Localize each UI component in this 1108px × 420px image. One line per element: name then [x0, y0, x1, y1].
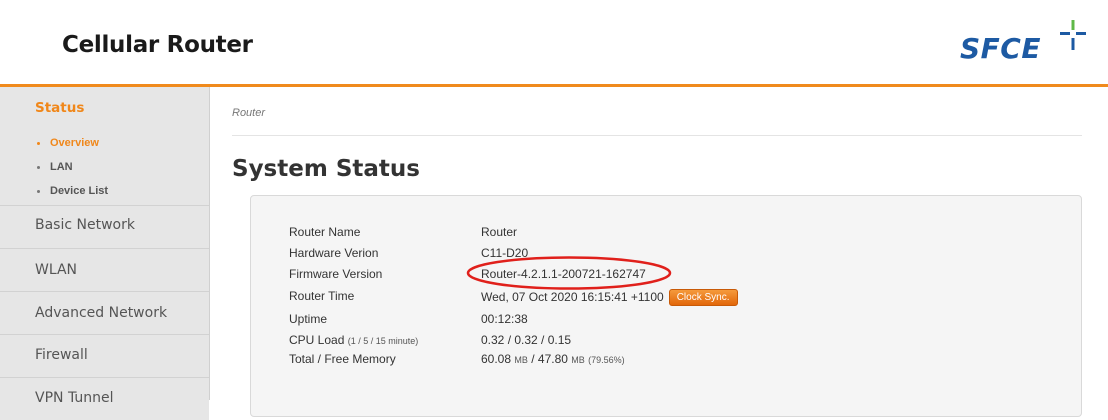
sidebar-section-basic-network[interactable]: Basic Network — [0, 206, 209, 249]
app-title: Cellular Router — [62, 32, 253, 58]
sidebar-section-wlan[interactable]: WLAN — [0, 249, 209, 292]
memory-label: Total / Free Memory — [289, 352, 396, 366]
page-title: System Status — [232, 156, 420, 182]
memory-free-unit: MB — [571, 355, 585, 365]
memory-total: 60.08 — [481, 352, 512, 366]
brand-logo: SFCE — [960, 20, 1090, 76]
sidebar: Status Overview LAN Device List Basic Ne… — [0, 87, 209, 420]
router-name-label: Router Name — [289, 225, 361, 239]
sidebar-subitem-overview[interactable]: Overview — [37, 137, 99, 149]
memory-value: 60.08 MB / 47.80 MB (79.56%) — [481, 352, 625, 366]
logo-spark-icon — [1060, 20, 1086, 50]
system-status-panel: Router Name Router Hardware Verion C11-D… — [250, 195, 1082, 417]
firmware-version-label: Firmware Version — [289, 267, 383, 281]
memory-free: 47.80 — [537, 352, 568, 366]
uptime-value: 00:12:38 — [481, 312, 528, 326]
bullet-icon — [37, 189, 40, 193]
memory-total-unit: MB — [514, 355, 528, 365]
bullet-icon — [37, 141, 40, 145]
sidebar-divider — [209, 87, 210, 400]
router-name-value: Router — [481, 225, 518, 239]
sidebar-item-basic-network[interactable]: Basic Network — [35, 217, 135, 233]
cpu-load-label: CPU Load — [289, 333, 345, 347]
cpu-load-label-group: CPU Load (1 / 5 / 15 minute) — [289, 333, 479, 347]
logo-text: SFCE — [960, 32, 1041, 65]
sidebar-section-firewall[interactable]: Firewall — [0, 335, 209, 378]
memory-percent: (79.56%) — [588, 355, 625, 365]
clock-sync-button[interactable]: Clock Sync. — [668, 289, 738, 306]
bullet-icon — [37, 165, 40, 169]
sidebar-subitem-lan[interactable]: LAN — [37, 161, 73, 173]
sidebar-item-advanced-network[interactable]: Advanced Network — [35, 305, 167, 321]
sidebar-item-vpn-tunnel[interactable]: VPN Tunnel — [35, 390, 114, 406]
cpu-load-value: 0.32 / 0.32 / 0.15 — [481, 333, 572, 347]
sidebar-item-firewall[interactable]: Firewall — [35, 347, 88, 363]
sidebar-section-advanced-network[interactable]: Advanced Network — [0, 292, 209, 335]
breadcrumb-divider — [232, 135, 1082, 136]
router-time-value-group: Wed, 07 Oct 2020 16:15:41 +1100 Clock Syn… — [481, 289, 738, 306]
cpu-load-note: (1 / 5 / 15 minute) — [347, 336, 419, 346]
firmware-highlight-ellipse — [466, 256, 672, 290]
sidebar-item-status[interactable]: Status — [35, 100, 84, 116]
router-time-value: Wed, 07 Oct 2020 16:15:41 +1100 — [481, 290, 664, 304]
memory-separator: / — [531, 352, 535, 366]
uptime-label: Uptime — [289, 312, 328, 326]
sidebar-subitem-device-list[interactable]: Device List — [37, 185, 108, 197]
sidebar-section-status: Status Overview LAN Device List — [0, 87, 209, 206]
router-time-label: Router Time — [289, 289, 355, 303]
hardware-version-label: Hardware Verion — [289, 246, 379, 260]
sidebar-item-wlan[interactable]: WLAN — [35, 262, 77, 278]
sidebar-section-vpn-tunnel[interactable]: VPN Tunnel — [0, 378, 209, 420]
breadcrumb[interactable]: Router — [232, 107, 265, 119]
main-content: Router System Status Router Name Router … — [232, 87, 1082, 417]
header: Cellular Router SFCE — [0, 0, 1108, 84]
